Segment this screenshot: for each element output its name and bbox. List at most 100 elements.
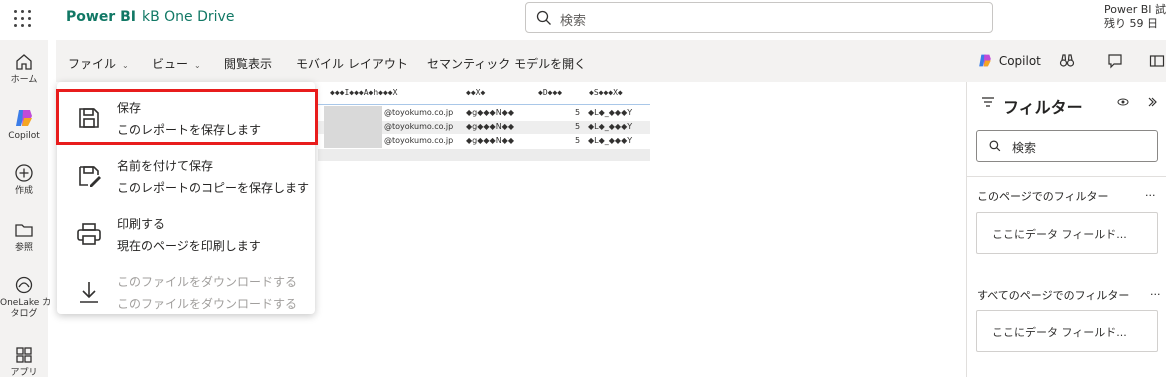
menu-item-save-as-title: 名前を付けて保存 bbox=[117, 159, 214, 173]
nav-apps[interactable]: アプリ bbox=[0, 345, 48, 377]
cell-email: @toyokumo.co.jp bbox=[384, 136, 454, 145]
cell-code: ◆L◆_◆◆◆Y bbox=[588, 108, 633, 117]
menu-item-download-desc: このファイルをダウンロードする bbox=[117, 297, 298, 311]
nav-browse-label: 参照 bbox=[14, 243, 33, 253]
cell-num: 5 bbox=[575, 136, 581, 145]
nav-copilot-label: Copilot bbox=[8, 131, 40, 141]
cell-code: ◆L◆_◆◆◆Y bbox=[588, 136, 633, 145]
cell-num: 5 bbox=[575, 122, 581, 131]
nav-create[interactable]: 作成 bbox=[0, 163, 48, 197]
search-box[interactable]: 検索 bbox=[525, 2, 993, 33]
menu-item-save-desc: このレポートを保存します bbox=[117, 123, 262, 137]
home-icon bbox=[16, 54, 32, 70]
chevron-down-icon: ⌄ bbox=[194, 61, 201, 70]
trial-line-1: Power BI 試 bbox=[1104, 3, 1166, 16]
all-pages-filters-heading: すべてのページでのフィルター bbox=[977, 289, 1130, 302]
browse-icon bbox=[15, 224, 33, 237]
file-menu: 保存 このレポートを保存します 名前を付けて保存 このレポートのコピーを保存しま… bbox=[57, 82, 315, 314]
menu-item-save-as-desc: このレポートのコピーを保存します bbox=[117, 181, 310, 195]
panel-icon bbox=[1149, 55, 1165, 67]
page-filters-drop-zone[interactable]: ここにデータ フィールド... bbox=[976, 212, 1158, 254]
search-icon bbox=[989, 140, 1001, 152]
comment-button[interactable] bbox=[1107, 53, 1123, 72]
trial-status[interactable]: Power BI 試 残り 59 日 bbox=[1104, 3, 1166, 31]
app-launcher-icon[interactable] bbox=[14, 10, 32, 28]
menu-item-download: このファイルをダウンロードする このファイルをダウンロードする bbox=[57, 264, 315, 322]
tab-view[interactable]: ビュー ⌄ bbox=[152, 55, 201, 72]
table-header-col-5: ◆S◆◆◆X◆ bbox=[589, 88, 623, 97]
cell-email: @toyokumo.co.jp bbox=[384, 108, 454, 117]
drop-hint: ここにデータ フィールド... bbox=[992, 228, 1127, 241]
save-icon bbox=[79, 108, 99, 128]
menu-item-save-title: 保存 bbox=[117, 101, 142, 115]
workspace-name[interactable]: kB One Drive bbox=[142, 9, 234, 25]
cell-code: ◆L◆_◆◆◆Y bbox=[588, 122, 633, 131]
download-icon bbox=[80, 282, 98, 303]
nav-home[interactable]: ホーム bbox=[0, 52, 48, 86]
tab-open-semantic-model[interactable]: セマンティック モデルを開く bbox=[427, 55, 586, 72]
brand-name[interactable]: Power BI bbox=[66, 9, 136, 25]
filter-pane-title: フィルター bbox=[1003, 98, 1083, 117]
tab-file[interactable]: ファイル ⌄ bbox=[68, 55, 129, 72]
search-icon bbox=[536, 10, 551, 25]
more-view-button[interactable] bbox=[1149, 53, 1165, 72]
copilot-icon bbox=[979, 54, 991, 67]
copilot-button[interactable]: Copilot bbox=[977, 53, 1041, 68]
table-header-divider bbox=[318, 104, 650, 105]
onelake-icon bbox=[15, 276, 33, 294]
nav-onelake-label-2: タログ bbox=[10, 309, 38, 319]
table-header-col-4: ◆D◆◆◆ bbox=[538, 88, 563, 97]
table-total-row bbox=[318, 149, 650, 161]
menu-item-print[interactable]: 印刷する 現在のページを印刷します bbox=[57, 206, 315, 264]
menu-item-save-as[interactable]: 名前を付けて保存 このレポートのコピーを保存します bbox=[57, 148, 315, 206]
nav-onelake[interactable]: OneLake カ タログ bbox=[0, 275, 52, 320]
menu-item-print-title: 印刷する bbox=[117, 217, 166, 231]
nav-onelake-label-1: OneLake カ bbox=[0, 298, 52, 308]
table-header-col-2: ◆◆◆I◆◆◆A◆h◆◆◆X bbox=[330, 88, 398, 97]
create-icon bbox=[15, 164, 33, 182]
comment-icon bbox=[1108, 54, 1122, 69]
all-pages-filters-drop-zone[interactable]: ここにデータ フィールド... bbox=[976, 310, 1158, 352]
drop-hint: ここにデータ フィールド... bbox=[992, 326, 1127, 339]
page-filters-more-button[interactable]: ... bbox=[1145, 186, 1156, 199]
copilot-icon bbox=[16, 110, 32, 126]
chevron-down-icon: ⌄ bbox=[122, 61, 129, 70]
cell-name: ◆g◆◆◆N◆◆ bbox=[466, 122, 514, 131]
apps-icon bbox=[16, 347, 32, 363]
binoculars-icon bbox=[1059, 54, 1075, 67]
top-bar: Power BI kB One Drive 検索 Power BI 試 残り 5… bbox=[0, 0, 1166, 40]
nav-copilot[interactable]: Copilot bbox=[0, 108, 48, 142]
left-navigation-rail: ホーム Copilot 作成 参照 OneLake カ タログ アプリ bbox=[0, 40, 52, 377]
page-filters-heading: このページでのフィルター bbox=[977, 190, 1109, 203]
all-pages-filters-more-button[interactable]: ... bbox=[1150, 285, 1161, 298]
filter-pane: フィルター 検索 このページでのフィルター ... ここにデータ フィールド..… bbox=[966, 82, 1166, 377]
trial-line-2: 残り 59 日 bbox=[1104, 17, 1158, 30]
filter-icon bbox=[982, 97, 994, 107]
redacted-block bbox=[324, 106, 382, 148]
cell-num: 5 bbox=[575, 108, 581, 117]
cell-name: ◆g◆◆◆N◆◆ bbox=[466, 108, 514, 117]
nav-home-label: ホーム bbox=[10, 75, 38, 85]
tab-file-label: ファイル bbox=[68, 57, 117, 71]
collapse-pane-icon[interactable] bbox=[1147, 96, 1157, 108]
tab-view-label: ビュー bbox=[152, 57, 189, 71]
divider bbox=[967, 176, 1166, 177]
nav-create-label: 作成 bbox=[14, 186, 33, 196]
menu-item-print-desc: 現在のページを印刷します bbox=[117, 239, 261, 253]
copilot-label: Copilot bbox=[998, 53, 1041, 68]
filter-search-placeholder: 検索 bbox=[1012, 141, 1037, 155]
cell-email: @toyokumo.co.jp bbox=[384, 122, 454, 131]
print-icon bbox=[77, 223, 101, 245]
nav-browse[interactable]: 参照 bbox=[0, 220, 48, 254]
eye-icon[interactable] bbox=[1117, 96, 1129, 108]
table-header-col-3: ◆◆X◆ bbox=[466, 88, 486, 97]
filter-search-input[interactable]: 検索 bbox=[976, 130, 1158, 162]
menu-item-download-title: このファイルをダウンロードする bbox=[117, 275, 298, 289]
ribbon-toolbar: ファイル ⌄ ビュー ⌄ 閲覧表示 モバイル レイアウト セマンティック モデルを開… bbox=[56, 40, 1166, 82]
tab-reading-view[interactable]: 閲覧表示 bbox=[224, 55, 272, 72]
tab-mobile-layout[interactable]: モバイル レイアウト bbox=[296, 55, 408, 72]
menu-item-save[interactable]: 保存 このレポートを保存します bbox=[57, 90, 315, 148]
save-as-icon bbox=[79, 166, 101, 187]
binoculars-button[interactable] bbox=[1059, 53, 1075, 72]
search-placeholder: 検索 bbox=[560, 14, 587, 29]
